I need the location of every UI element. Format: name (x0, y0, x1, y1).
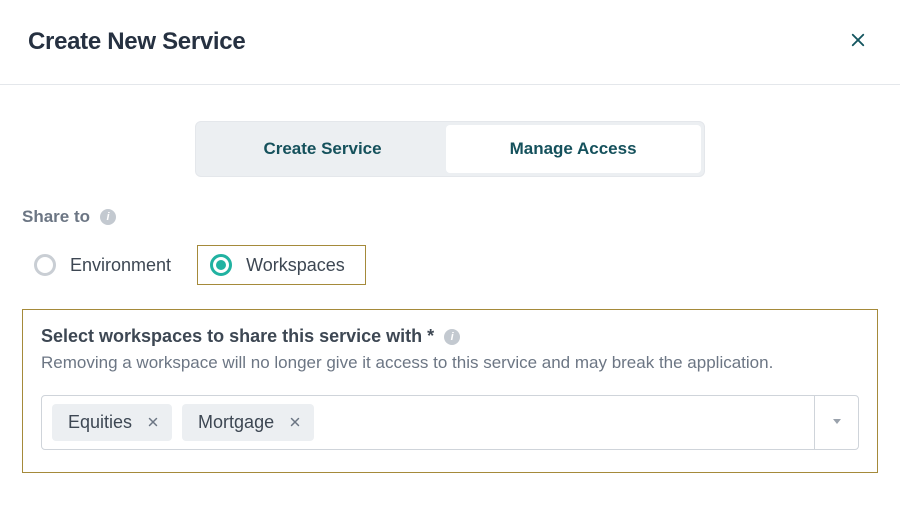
info-icon[interactable]: i (100, 209, 116, 225)
radio-workspaces[interactable]: Workspaces (197, 245, 366, 285)
modal-header: Create New Service (0, 0, 900, 85)
chip-label: Equities (68, 412, 132, 433)
tab-manage-access[interactable]: Manage Access (446, 125, 701, 173)
radio-icon (210, 254, 232, 276)
modal-title: Create New Service (28, 28, 245, 56)
workspaces-multiselect[interactable]: Equities Mortgage (41, 395, 859, 450)
chip-label: Mortgage (198, 412, 274, 433)
select-workspaces-section: Select workspaces to share this service … (22, 309, 878, 473)
chips-container: Equities Mortgage (42, 396, 814, 449)
info-icon[interactable]: i (444, 329, 460, 345)
dropdown-toggle[interactable] (814, 396, 858, 449)
share-to-row: Share to i (22, 207, 878, 227)
radio-environment-label: Environment (70, 255, 171, 276)
close-icon (289, 412, 301, 433)
chevron-down-icon (831, 414, 843, 432)
tabs-container: Create Service Manage Access (0, 85, 900, 207)
chip-remove-button[interactable] (146, 416, 160, 430)
select-workspaces-heading: Select workspaces to share this service … (41, 326, 434, 347)
chip-equities: Equities (52, 404, 172, 441)
radio-workspaces-label: Workspaces (246, 255, 345, 276)
create-service-modal: Create New Service Create Service Manage… (0, 0, 900, 526)
radio-icon (34, 254, 56, 276)
share-to-radios: Environment Workspaces (22, 245, 878, 285)
close-icon (849, 31, 867, 54)
close-icon (147, 412, 159, 433)
tabs: Create Service Manage Access (195, 121, 704, 177)
share-to-label: Share to (22, 207, 90, 227)
radio-environment[interactable]: Environment (22, 246, 183, 284)
modal-body: Share to i Environment Workspaces Select… (0, 207, 900, 473)
chip-mortgage: Mortgage (182, 404, 314, 441)
select-heading-row: Select workspaces to share this service … (41, 326, 859, 347)
chip-remove-button[interactable] (288, 416, 302, 430)
tab-create-service[interactable]: Create Service (199, 125, 445, 173)
close-button[interactable] (848, 32, 868, 52)
select-workspaces-helper: Removing a workspace will no longer give… (41, 353, 859, 373)
